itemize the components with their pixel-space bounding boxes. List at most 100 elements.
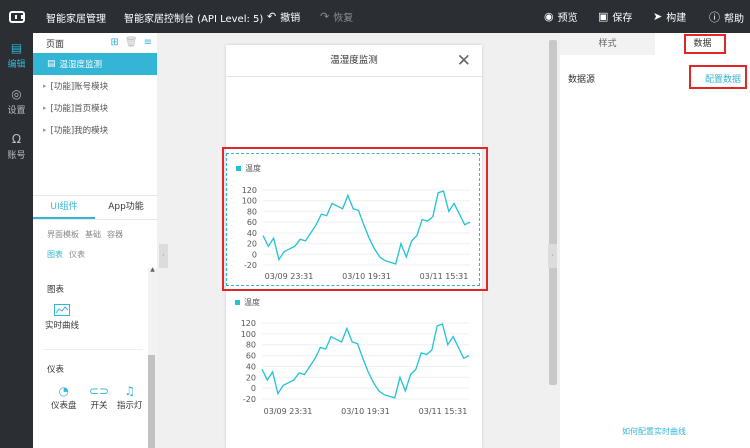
menu-icon[interactable]: ≡	[144, 37, 152, 48]
properties-panel: 样式 数据	[560, 33, 750, 448]
gauge-component[interactable]: ◔ 仪表盘	[51, 384, 77, 411]
rail-settings-label: 设置	[7, 106, 26, 116]
rail-account-label: 账号	[7, 151, 26, 161]
phone-page-title: 温湿度监测	[226, 45, 482, 77]
redo-icon: ↷	[320, 10, 330, 23]
page-item-temp-humidity[interactable]: ▤ 温湿度监测	[33, 53, 157, 75]
tab-app-functions[interactable]: App功能	[95, 196, 157, 219]
canvas-scrollbar[interactable]	[549, 40, 557, 385]
series-line	[261, 323, 470, 399]
undo-label: 撤销	[280, 13, 301, 24]
subtab-container[interactable]: 容器	[107, 229, 123, 240]
rail-edit-label: 编辑	[7, 60, 26, 70]
help-label: 帮助	[724, 13, 744, 25]
help-realtime-curve-link[interactable]: 如何配置实时曲线	[622, 426, 686, 437]
y-tick-label: 20	[246, 373, 256, 382]
gauge-icon: ◔	[58, 384, 69, 398]
send-icon: ➤	[653, 10, 663, 23]
highlight-box	[222, 147, 488, 291]
redo-button[interactable]: ↷ 恢复	[320, 9, 353, 24]
switch-component[interactable]: ⊂⊃ 开关	[89, 384, 109, 411]
y-tick-label: -20	[243, 395, 256, 404]
delete-page-icon[interactable]: 🗑	[125, 37, 138, 48]
x-tick-label: 03/09 23:31	[264, 407, 313, 416]
eye-icon: ◉	[544, 10, 554, 23]
build-label: 构建	[666, 13, 687, 24]
page-item-home[interactable]: ▸ [功能]首页模块	[33, 97, 157, 119]
caret-right-icon: ▸	[43, 126, 47, 134]
preview-button[interactable]: ◉ 预览	[544, 9, 578, 24]
page-item-account[interactable]: ▸ [功能]账号模块	[33, 75, 157, 97]
redo-label: 恢复	[333, 13, 354, 24]
subtab-gauge[interactable]: 仪表	[69, 249, 85, 260]
top-bar: 智能家居管理 智能家居控制台 (API Level: 5) ↶ 撤销 ↷ 恢复 …	[0, 0, 750, 33]
subtab-templates[interactable]: 界面模板	[47, 229, 79, 240]
save-button[interactable]: ▣ 保存	[598, 9, 632, 24]
app-name: 智能家居管理	[46, 14, 106, 25]
x-tick-label: 03/10 19:31	[341, 407, 390, 416]
preview-label: 预览	[557, 13, 578, 24]
section-chart-title: 图表	[47, 285, 65, 295]
rail-item-account[interactable]: Ω 账号	[0, 132, 33, 161]
sub-tabs-row2: 图表 仪表	[47, 249, 85, 260]
save-icon: ▣	[598, 10, 609, 23]
page-item-mine[interactable]: ▸ [功能]我的模块	[33, 119, 157, 141]
indicator-component[interactable]: ♫ 指示灯	[117, 384, 143, 411]
caret-right-icon: ▸	[43, 82, 47, 90]
components-panel: UI组件 App功能 界面模板 基础 容器 图表 仪表 图表 实时曲线 仪表 ◔…	[33, 195, 157, 448]
close-icon[interactable]: ✕	[457, 51, 471, 71]
pages-title: 页面	[46, 39, 65, 50]
undo-button[interactable]: ↶ 撤销	[267, 9, 300, 24]
section-gauge-title: 仪表	[47, 365, 65, 375]
page-item-label: [功能]首页模块	[50, 104, 109, 114]
bell-icon: ♫	[124, 384, 136, 398]
realtime-chart[interactable]: 温度 120 100 80 60 40 20 0 -20 03/09 23:31 03/10 19…	[226, 293, 480, 423]
subtab-basic[interactable]: 基础	[85, 229, 101, 240]
y-tick-label: 60	[246, 352, 256, 361]
collapse-left-handle[interactable]: ‹	[159, 244, 168, 268]
sub-tabs-row1: 界面模板 基础 容器	[47, 229, 123, 240]
project-title: 智能家居控制台 (API Level: 5)	[124, 14, 264, 25]
scroll-up-icon[interactable]: ▲	[148, 266, 157, 273]
datasource-label: 数据源	[568, 75, 596, 85]
app-logo-icon[interactable]	[0, 0, 33, 33]
y-tick-label: 80	[246, 341, 256, 350]
gauge-label: 仪表盘	[51, 401, 77, 411]
help-button[interactable]: ⓘ 帮助	[709, 9, 744, 25]
realtime-curve-label: 实时曲线	[45, 321, 80, 331]
user-icon: Ω	[11, 132, 22, 146]
save-label: 保存	[612, 13, 633, 24]
undo-icon: ↶	[267, 10, 277, 23]
y-tick-label: 120	[241, 319, 256, 328]
build-button[interactable]: ➤ 构建	[653, 9, 686, 24]
add-page-icon[interactable]: ⊞	[111, 37, 119, 48]
switch-label: 开关	[90, 401, 108, 411]
highlight-box	[684, 34, 726, 54]
nav-rail: ▤ 编辑 ◎ 设置 Ω 账号	[0, 33, 33, 448]
caret-right-icon: ▸	[43, 104, 47, 112]
pages-panel: 页面 ⊞ 🗑 ≡ ▤ 温湿度监测 ▸ [功能]账号模块 ▸ [功能]首页模块 ▸…	[33, 33, 157, 195]
divider	[43, 349, 143, 350]
tab-ui-components[interactable]: UI组件	[33, 196, 95, 219]
toggle-icon: ⊂⊃	[89, 384, 110, 398]
realtime-curve-component[interactable]: 实时曲线	[45, 304, 79, 331]
help-icon: ⓘ	[709, 11, 720, 24]
line-chart-icon	[45, 304, 79, 319]
y-tick-label: 0	[251, 384, 256, 393]
tab-style[interactable]: 样式	[560, 33, 655, 55]
rail-item-settings[interactable]: ◎ 设置	[0, 87, 33, 116]
subtab-chart[interactable]: 图表	[47, 249, 63, 260]
x-tick-label: 03/11 15:31	[419, 407, 468, 416]
edit-icon: ▤	[10, 41, 23, 55]
collapse-right-handle[interactable]: ›	[548, 244, 557, 268]
components-scroll-thumb[interactable]	[148, 355, 155, 448]
indicator-label: 指示灯	[117, 401, 143, 411]
highlight-box	[689, 65, 747, 89]
line-chart: 120 100 80 6040 20 0 -20 03/09 23:31 03/10 19:31…	[241, 319, 470, 416]
page-item-label: [功能]账号模块	[50, 82, 109, 92]
page-icon: ▤	[47, 59, 56, 69]
rail-item-edit[interactable]: ▤ 编辑	[0, 41, 33, 70]
pages-header: 页面 ⊞ 🗑 ≡	[33, 33, 157, 53]
y-tick-label: 100	[241, 330, 256, 339]
settings-icon: ◎	[11, 87, 22, 101]
